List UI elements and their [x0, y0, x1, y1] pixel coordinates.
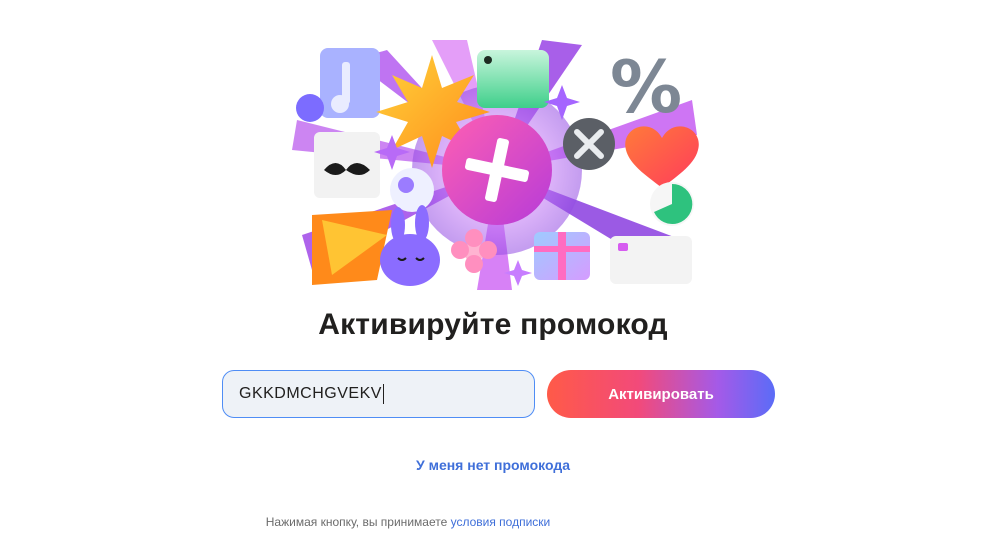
- terms-link[interactable]: условия подписки: [451, 515, 551, 529]
- no-promo-link[interactable]: У меня нет промокода: [0, 457, 986, 473]
- mask-card-icon: [314, 132, 380, 198]
- hero-illustration: %: [292, 40, 702, 290]
- activate-button[interactable]: Активировать: [547, 370, 775, 418]
- page-title: Активируйте промокод: [318, 308, 668, 341]
- card-icon: [610, 236, 692, 284]
- orange-fan-icon: [312, 210, 392, 285]
- promo-code-input[interactable]: GKKDMCHGVEKV: [222, 370, 535, 418]
- terms-notice: Нажимая кнопку, вы принимаете условия по…: [0, 515, 816, 529]
- pie-chart-icon: [650, 182, 694, 226]
- x-circle-icon: [563, 118, 615, 170]
- ball-icon: [390, 168, 434, 212]
- music-note-icon: [296, 48, 380, 122]
- terms-text: Нажимая кнопку, вы принимаете: [265, 515, 448, 529]
- percent-icon: %: [610, 45, 682, 129]
- promo-code-value: GKKDMCHGVEKV: [239, 385, 382, 402]
- text-caret: [382, 384, 384, 404]
- green-card-icon: [477, 50, 549, 108]
- gift-icon: [534, 232, 590, 280]
- svg-text:%: %: [610, 45, 682, 129]
- plus-circle-icon: [442, 115, 552, 225]
- hero-collage: %: [292, 40, 699, 290]
